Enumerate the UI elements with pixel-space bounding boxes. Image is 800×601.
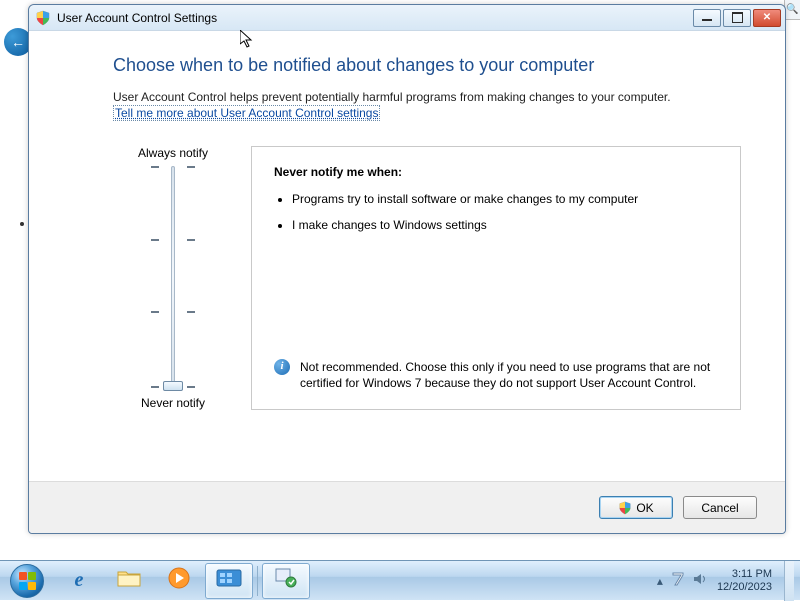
slider-tick [151,166,195,168]
system-tray: ▴ 3:11 PM 12/20/2023 [657,561,800,600]
tray-clock[interactable]: 3:11 PM 12/20/2023 [717,568,774,593]
page-heading: Choose when to be notified about changes… [113,55,741,76]
taskbar-item-media-player[interactable] [155,563,203,599]
intro-text: User Account Control helps prevent poten… [113,90,741,104]
description-title: Never notify me when: [274,165,718,179]
dialog-button-row: OK Cancel [29,481,785,533]
parent-window-search-icon: 🔍 [784,0,800,20]
taskbar-item-explorer[interactable] [105,563,153,599]
minimize-button[interactable] [693,9,721,27]
shield-icon [35,10,51,26]
play-icon [168,567,190,594]
tray-action-center-icon[interactable] [671,572,685,589]
tray-time: 3:11 PM [717,568,772,581]
info-icon: i [274,359,290,375]
window-title: User Account Control Settings [57,11,687,25]
slider-tick [151,239,195,241]
tray-volume-icon[interactable] [693,572,707,589]
uac-settings-window: User Account Control Settings ✕ Choose w… [28,4,786,534]
ok-button-label: OK [636,501,653,515]
notification-slider-column: Always notify Never notify [113,146,233,410]
learn-more-link[interactable]: Tell me more about User Account Control … [113,105,380,121]
notification-level-slider[interactable] [163,166,183,386]
start-button[interactable] [0,561,54,601]
titlebar[interactable]: User Account Control Settings ✕ [29,5,785,31]
level-description-box: Never notify me when: Programs try to in… [251,146,741,410]
taskbar[interactable]: e ▴ 3:11 PM 12/20/2023 [0,560,800,600]
tray-date: 12/20/2023 [717,581,772,594]
parent-list-bullet [20,222,24,226]
shield-icon [618,501,632,515]
client-area: Choose when to be notified about changes… [29,31,785,481]
window-buttons: ✕ [693,9,781,27]
cancel-button[interactable]: Cancel [683,496,757,519]
description-bullet: Programs try to install software or make… [292,191,718,207]
description-bullet: I make changes to Windows settings [292,217,718,233]
windows-logo-icon [10,564,44,598]
show-desktop-button[interactable] [784,561,794,601]
ok-button[interactable]: OK [599,496,673,519]
slider-thumb[interactable] [163,381,183,391]
recommendation-warning: i Not recommended. Choose this only if y… [274,359,718,391]
slider-tick [151,311,195,313]
slider-top-label: Always notify [113,146,233,160]
taskbar-item-control-panel[interactable] [205,563,253,599]
slider-track-line [171,166,175,386]
taskbar-item-ie[interactable]: e [55,563,103,599]
warning-text: Not recommended. Choose this only if you… [300,359,718,391]
ie-icon: e [75,569,84,592]
app-icon [274,567,298,594]
slider-bottom-label: Never notify [113,396,233,410]
taskbar-pinned-items: e [54,561,311,600]
maximize-button[interactable] [723,9,751,27]
taskbar-item-app[interactable] [262,563,310,599]
cancel-button-label: Cancel [701,501,738,515]
close-button[interactable]: ✕ [753,9,781,27]
control-panel-icon [216,568,242,593]
tray-chevron-up-icon[interactable]: ▴ [657,574,663,588]
folder-icon [117,568,141,593]
